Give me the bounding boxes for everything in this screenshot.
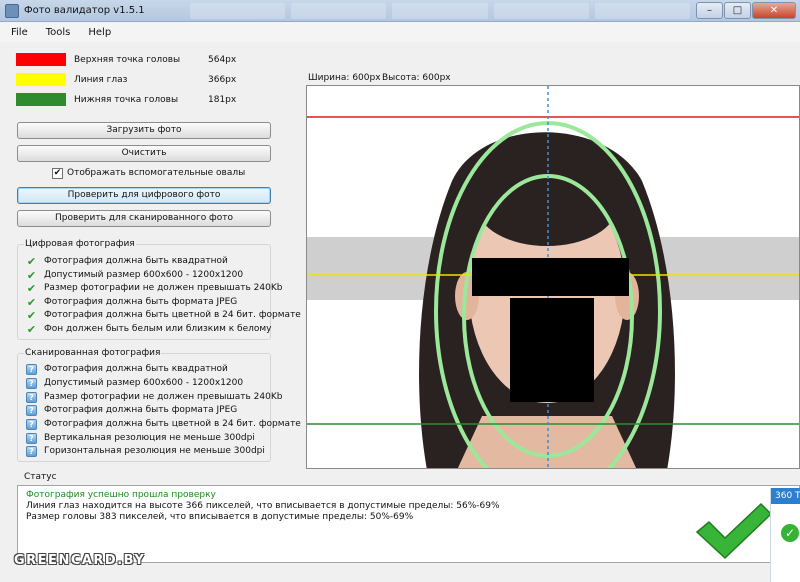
legend-label: Линия глаз [74,75,128,85]
menu-help[interactable]: Help [88,27,111,38]
status-eye-line: Линия глаз находится на высоте 366 пиксе… [26,501,500,511]
shield-check-icon: ✓ [781,524,799,542]
check-digital-button[interactable]: Проверить для цифрового фото [17,187,271,204]
popup-title: 360 T [771,488,800,504]
legend-bottom-of-head: Нижняя точка головы 181px [16,93,256,107]
photo-canvas [307,86,799,468]
legend-value: 564px [208,55,237,65]
notification-popup[interactable]: 360 T ✓ [770,488,800,582]
question-icon: ? [26,405,37,416]
menu-tools[interactable]: Tools [46,27,71,38]
watermark-text: GREENCARD.BY [14,553,146,568]
app-icon [5,4,19,18]
check-icon: ✔ [26,255,37,268]
photo-width-label: Ширина: 600px [308,73,381,83]
background-taskbar [190,3,691,19]
minimize-button[interactable]: – [696,2,723,19]
legend-swatch-yellow [16,73,66,86]
check-icon: ✔ [26,323,37,336]
legend-swatch-green [16,93,66,106]
window-controls: – □ ✕ [695,2,796,19]
legend-label: Верхняя точка головы [74,55,181,65]
close-button[interactable]: ✕ [752,2,796,19]
show-ovals-label: Отображать вспомогательные овалы [67,168,246,178]
status-success-line: Фотография успешно прошла проверку [26,490,216,500]
question-icon: ? [26,433,37,444]
nose-mouth-redaction-block [510,298,594,402]
window-title: Фото валидатор v1.5.1 [24,5,145,16]
menu-bar: File Tools Help [0,22,800,42]
title-bar: Фото валидатор v1.5.1 – □ ✕ [0,0,800,22]
check-icon: ✔ [26,282,37,295]
show-ovals-checkbox[interactable]: ✔ [52,168,63,179]
question-icon: ? [26,378,37,389]
legend-value: 181px [208,95,237,105]
question-icon: ? [26,392,37,403]
legend-top-of-head: Верхняя точка головы 564px [16,53,256,67]
photo-preview[interactable] [306,85,800,469]
photo-height-label: Высота: 600px [382,73,451,83]
check-icon: ✔ [26,269,37,282]
legend-swatch-red [16,53,66,66]
clear-button[interactable]: Очистить [17,145,271,162]
status-box: Фотография успешно прошла проверку Линия… [17,485,800,563]
status-head-size-line: Размер головы 383 пикселей, что вписывае… [26,512,414,522]
success-check-icon [695,502,773,560]
menu-file[interactable]: File [11,27,28,38]
legend-eye-line: Линия глаз 366px [16,73,256,87]
legend-label: Нижняя точка головы [74,95,179,105]
digital-group-title: Цифровая фотография [24,239,136,249]
check-icon: ✔ [26,296,37,309]
eyes-redaction-block [472,258,629,296]
scanned-group-title: Сканированная фотография [24,348,162,358]
question-icon: ? [26,419,37,430]
check-scanned-button[interactable]: Проверить для сканированного фото [17,210,271,227]
check-icon: ✔ [26,309,37,322]
load-photo-button[interactable]: Загрузить фото [17,122,271,139]
question-icon: ? [26,446,37,457]
maximize-button[interactable]: □ [724,2,751,19]
legend-value: 366px [208,75,237,85]
status-label: Статус [24,472,57,482]
question-icon: ? [26,364,37,375]
